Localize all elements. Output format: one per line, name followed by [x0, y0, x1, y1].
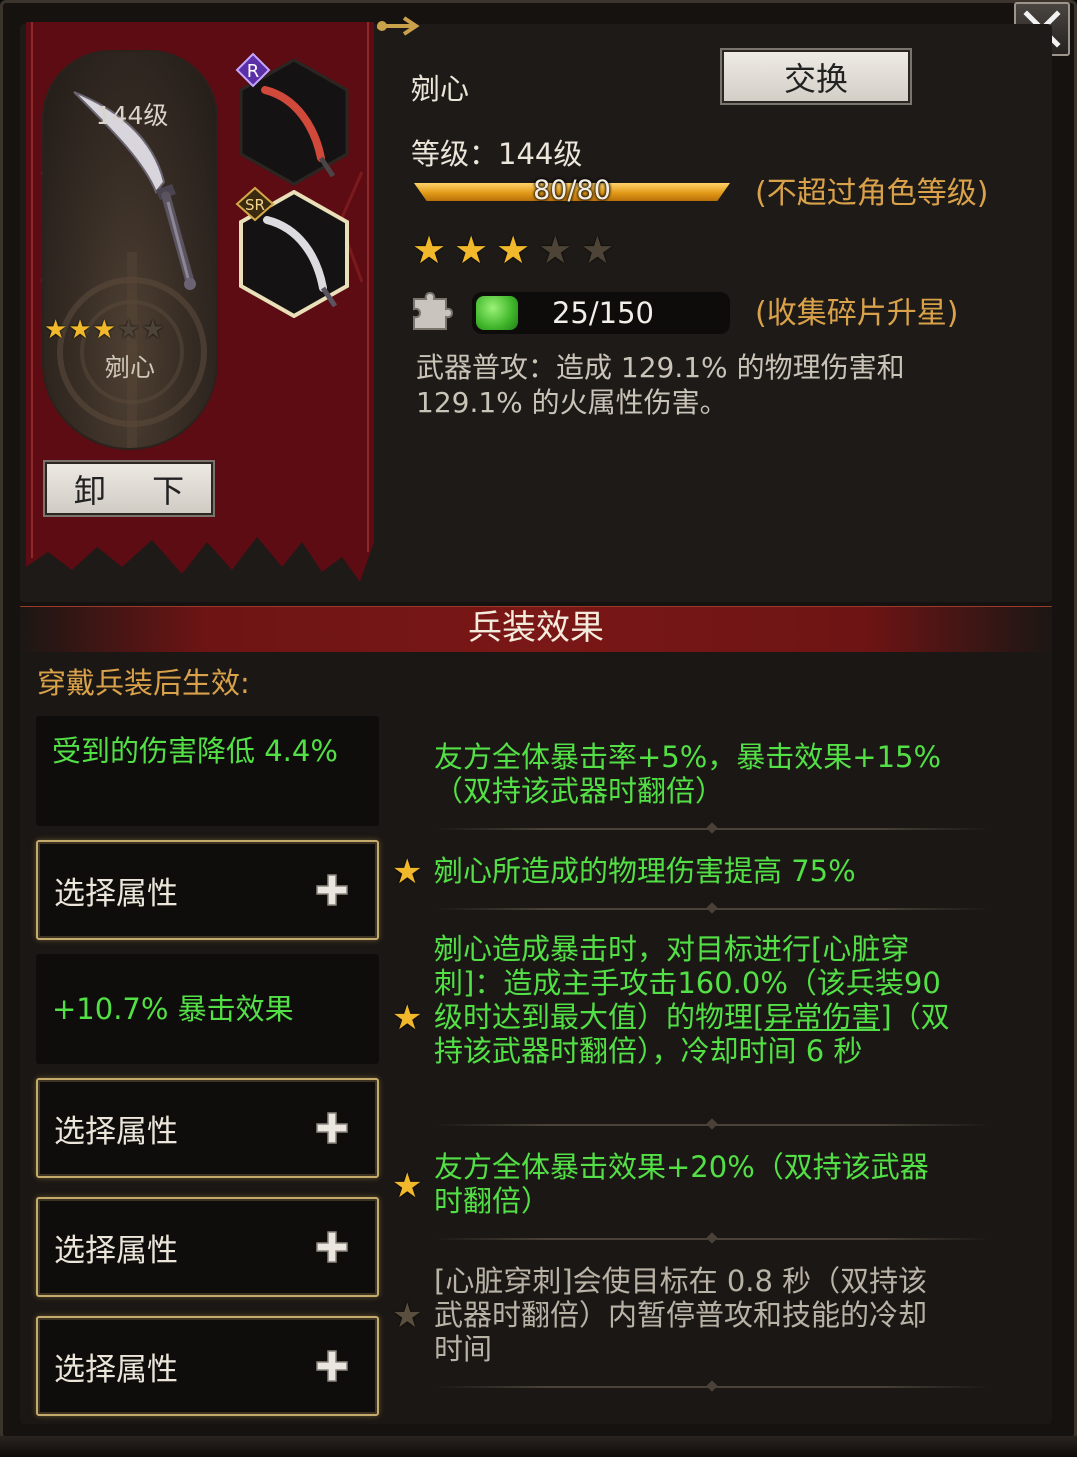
weapon-slot-r[interactable]: R [235, 52, 351, 186]
divider [434, 828, 990, 830]
star-icon: ★ [92, 315, 116, 345]
select-attribute-label: 选择属性 [54, 1351, 178, 1388]
star-icon: ★ [44, 315, 68, 345]
weapon-name: 剜心 [411, 72, 470, 106]
star-icon: ★ [454, 228, 489, 272]
unequip-button[interactable]: 卸 下 [43, 460, 215, 517]
svg-text:R: R [247, 61, 260, 82]
attack-description: 武器普攻：造成 129.1% 的物理伤害和 129.1% 的火属性伤害。 [416, 351, 905, 419]
shard-count: 25/150 [551, 296, 655, 330]
star-icon: ★ [392, 998, 423, 1038]
effects-title: 兵装效果 [468, 608, 604, 648]
star-icon: ★ [392, 852, 423, 892]
card-stars: ★ ★ ★ ★ ★ [44, 315, 165, 345]
star-icon: ★ [496, 228, 531, 272]
divider [434, 1386, 990, 1388]
weapon-slot-sr[interactable]: SR [235, 186, 351, 319]
equipped-weapon-card[interactable]: 144级 [42, 50, 218, 450]
green-gem-icon [476, 296, 518, 330]
banner-pin-icon [377, 16, 420, 36]
star-empty-icon: ★ [141, 315, 165, 345]
select-attribute-button[interactable]: 选择属性 [36, 1316, 379, 1416]
abnormal-damage-link[interactable]: [异常伤害] [753, 1000, 892, 1034]
level-note: (不超过角色等级) [755, 176, 989, 211]
effects-subtitle: 穿戴兵装后生效: [37, 666, 250, 700]
select-attribute-button[interactable]: 选择属性 [36, 840, 379, 940]
select-attribute-button[interactable]: 选择属性 [36, 1197, 379, 1297]
divider [434, 1124, 990, 1126]
plus-icon [316, 1231, 348, 1263]
level-label: 等级：144级 [411, 137, 583, 171]
effect-item: 友方全体暴击率+5%，暴击效果+15%（双持该武器时翻倍） [434, 740, 942, 808]
effect-item: 友方全体暴击效果+20%（双持该武器时翻倍） [434, 1150, 929, 1218]
star-icon: ★ [68, 315, 92, 345]
select-attribute-label: 选择属性 [54, 1232, 178, 1269]
weapon-stars: ★ ★ ★ ★ ★ [412, 228, 614, 272]
bottom-strip [0, 1436, 1077, 1457]
star-empty-icon: ★ [538, 228, 573, 272]
plus-icon [316, 1350, 348, 1382]
card-level: 144级 [95, 101, 169, 130]
select-attribute-label: 选择属性 [54, 1113, 178, 1150]
shard-note: (收集碎片升星) [755, 296, 959, 331]
rarity-sr-badge: SR [235, 186, 275, 222]
effect-list: 友方全体暴击率+5%，暴击效果+15%（双持该武器时翻倍） ★ 剜心所造成的物理… [390, 710, 1010, 1416]
card-weapon-name: 剜心 [104, 353, 155, 382]
select-attribute-label: 选择属性 [54, 875, 178, 912]
effect-item: 剜心所造成的物理伤害提高 75% [434, 854, 856, 888]
star-icon: ★ [392, 1166, 423, 1206]
svg-text:SR: SR [245, 196, 265, 214]
puzzle-piece-icon [413, 292, 453, 330]
star-icon: ★ [412, 228, 447, 272]
swap-button[interactable]: 交换 [720, 48, 912, 105]
plus-icon [316, 874, 348, 906]
plus-icon [316, 1112, 348, 1144]
attribute-slot-3: +10.7% 暴击效果 [36, 954, 379, 1064]
star-empty-icon: ★ [116, 315, 141, 345]
divider [434, 908, 990, 910]
star-empty-icon: ★ [580, 228, 615, 272]
rarity-r-badge: R [235, 52, 271, 88]
effect-item: 剜心造成暴击时，对目标进行[心脏穿刺]：造成主手攻击160.0%（该兵装90级时… [434, 932, 950, 1068]
xp-text: 80/80 [533, 175, 611, 206]
star-empty-icon: ★ [392, 1296, 423, 1336]
effect-item: [心脏穿刺]会使目标在 0.8 秒（双持该武器时翻倍）内暂停普攻和技能的冷却时间 [434, 1264, 928, 1366]
select-attribute-button[interactable]: 选择属性 [36, 1078, 379, 1178]
attribute-slot-1: 受到的伤害降低 4.4% [36, 716, 379, 826]
divider [434, 1238, 990, 1240]
